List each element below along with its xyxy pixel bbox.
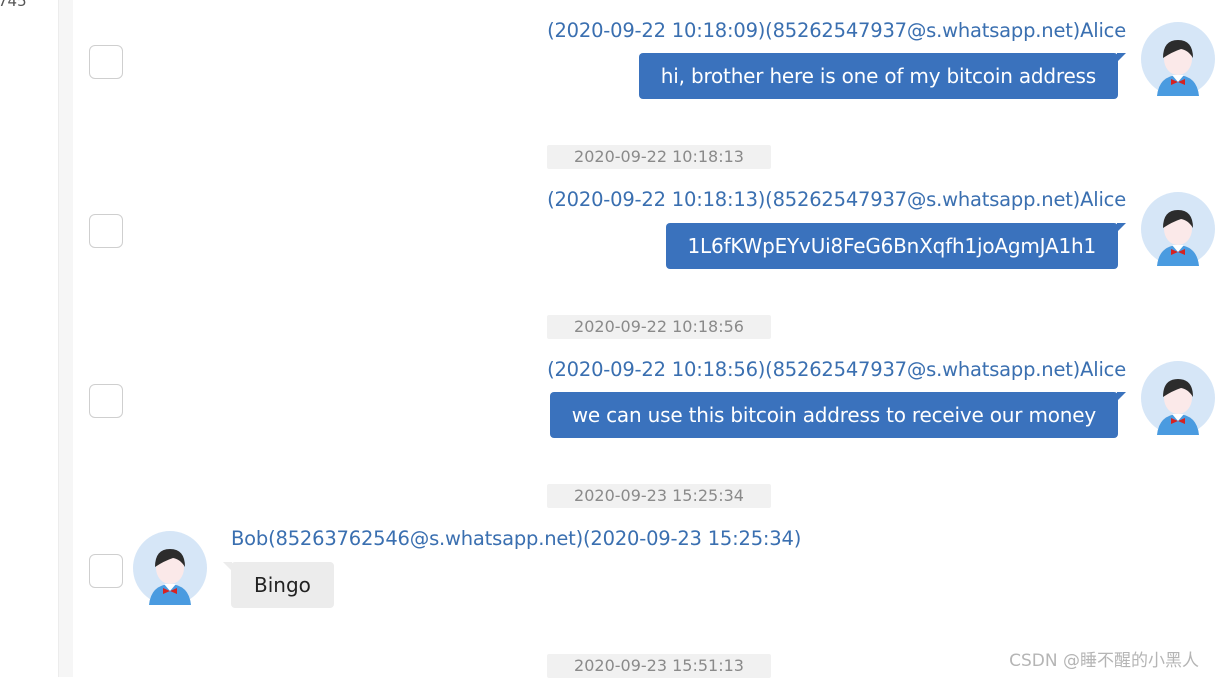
message-select-checkbox[interactable] — [89, 45, 123, 79]
timestamp-divider: 2020-09-22 10:18:56 — [547, 315, 771, 339]
message-bubble-outgoing[interactable]: hi, brother here is one of my bitcoin ad… — [638, 53, 1127, 99]
message-sender-header: (2020-09-22 10:18:56)(85262547937@s.what… — [547, 358, 1126, 381]
message-select-checkbox[interactable] — [89, 554, 123, 588]
message-bubble-outgoing[interactable]: 1L6fKWpEYvUi8FeG6BnXqfh1joAgmJA1h1 — [665, 223, 1126, 269]
timestamp-divider: 2020-09-23 15:25:34 — [547, 484, 771, 508]
message-select-checkbox[interactable] — [89, 384, 123, 418]
message-sender-header: (2020-09-22 10:18:13)(85262547937@s.what… — [547, 188, 1126, 211]
message-sender-header: Bob(85263762546@s.whatsapp.net)(2020-09-… — [231, 527, 802, 550]
message-bubble-outgoing[interactable]: we can use this bitcoin address to recei… — [549, 392, 1127, 438]
avatar-icon — [1141, 192, 1215, 266]
left-panel: 745 — [0, 0, 58, 677]
message-sender-header: (2020-09-22 10:18:09)(85262547937@s.what… — [547, 19, 1126, 42]
panel-divider[interactable] — [58, 0, 73, 677]
avatar-icon — [1141, 22, 1215, 96]
message-bubble-incoming[interactable]: Bingo — [223, 562, 334, 608]
timestamp-divider: 2020-09-22 10:18:13 — [547, 145, 771, 169]
avatar-icon — [133, 531, 207, 605]
timestamp-divider: 2020-09-23 15:51:13 — [547, 654, 771, 678]
message-select-checkbox[interactable] — [89, 214, 123, 248]
left-panel-number: 745 — [0, 0, 27, 10]
watermark-text: CSDN @睡不醒的小黑人 — [1009, 651, 1199, 671]
avatar-icon — [1141, 361, 1215, 435]
